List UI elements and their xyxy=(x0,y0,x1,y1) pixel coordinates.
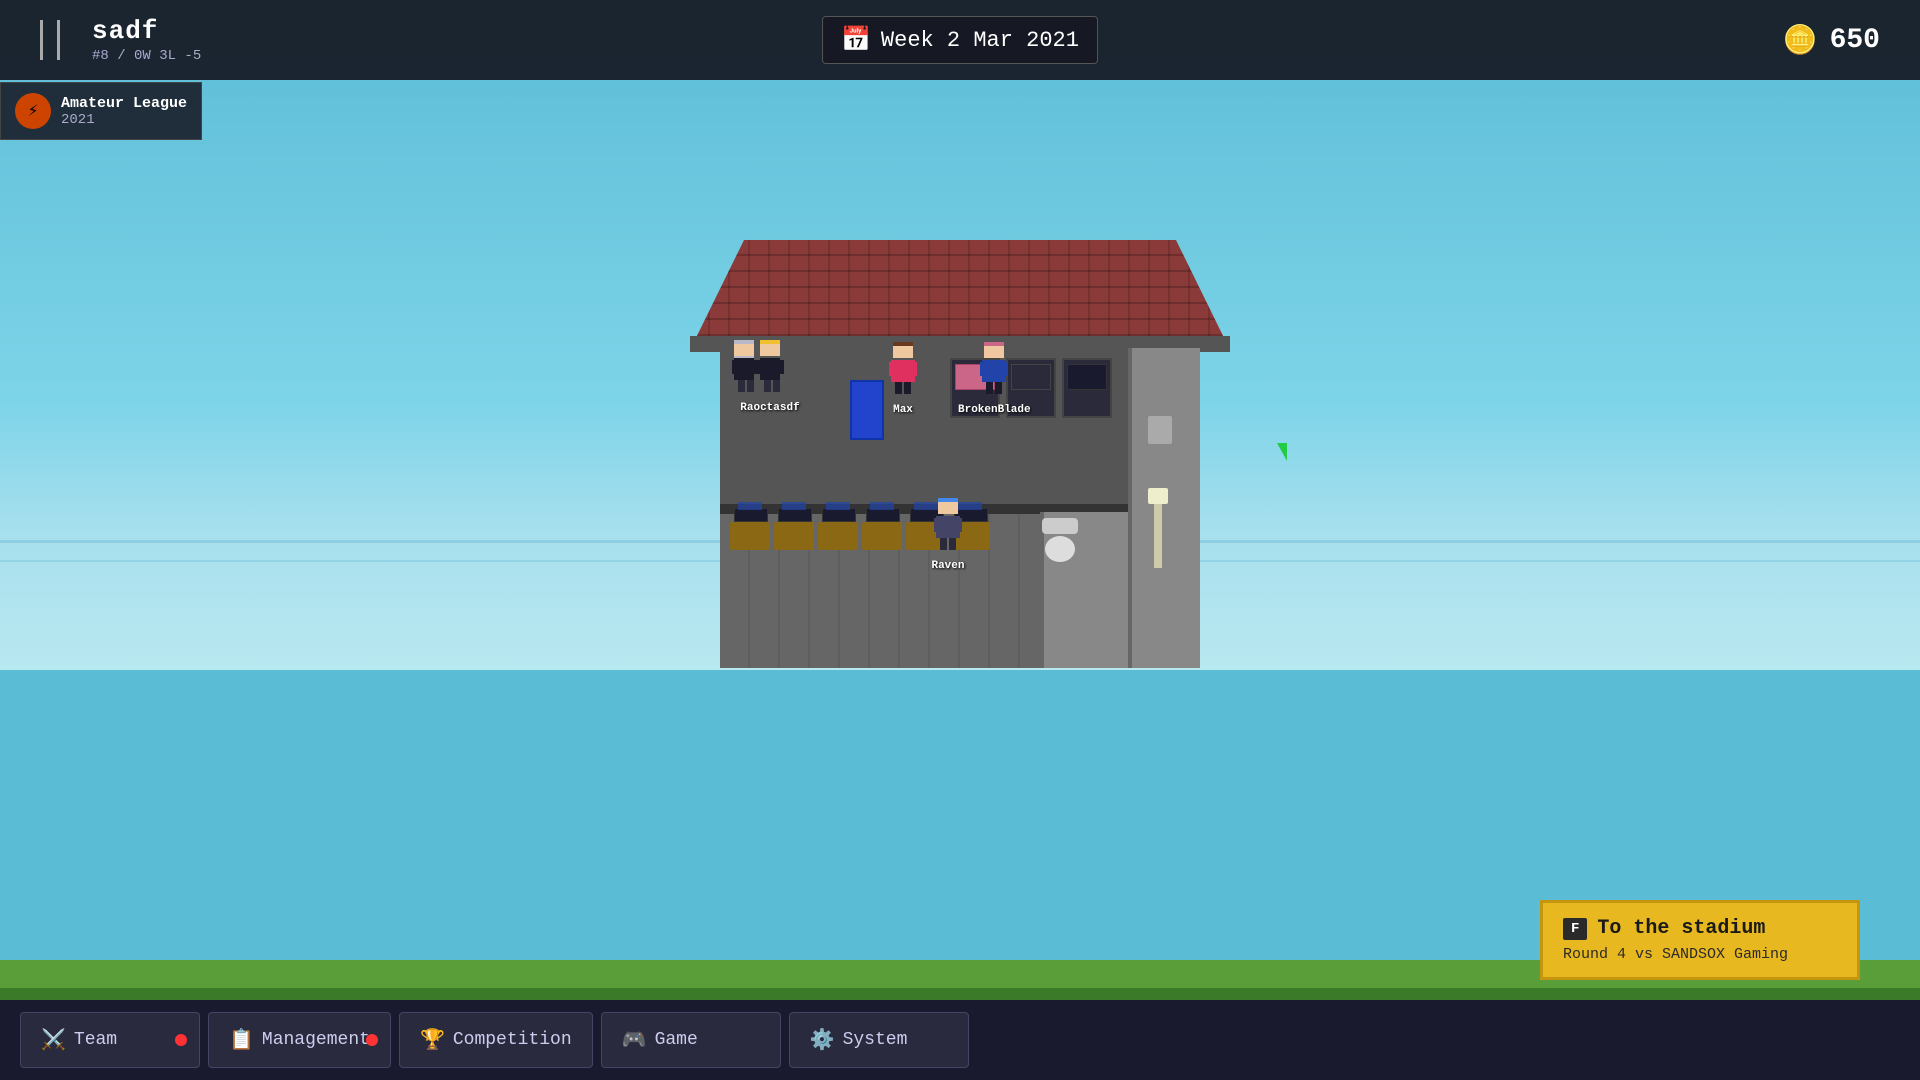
management-label: Management xyxy=(262,1030,370,1050)
stadium-notification[interactable]: F To the stadium Round 4 vs SANDSOX Gami… xyxy=(1540,900,1860,980)
system-icon: ⚙️ xyxy=(810,1027,835,1053)
character-brokenblade: BrokenBlade xyxy=(958,342,1031,416)
week-text: Week 2 Mar 2021 xyxy=(881,28,1079,53)
league-info: Amateur League 2021 xyxy=(61,95,187,128)
system-label: System xyxy=(843,1030,908,1050)
mop xyxy=(1154,488,1162,568)
team-notification-dot xyxy=(175,1034,187,1046)
toilet xyxy=(1042,518,1078,562)
desk-4 xyxy=(862,522,902,550)
logo-bars xyxy=(40,20,60,60)
management-icon: 📋 xyxy=(229,1027,254,1053)
character-raven: Raven xyxy=(930,498,966,572)
top-bar: sadf #8 / 0W 3L -5 ⚡ Amateur League 2021… xyxy=(0,0,1920,80)
team-logo xyxy=(20,10,80,70)
roof-tiles xyxy=(690,240,1230,350)
management-notification-dot xyxy=(366,1034,378,1046)
max-sprite xyxy=(885,342,921,402)
team-name: sadf xyxy=(92,16,201,46)
f-key-badge: F xyxy=(1563,918,1587,940)
team-button[interactable]: ⚔️ Team xyxy=(20,1012,200,1068)
stone-wall-right xyxy=(1128,348,1200,668)
character-raoc: Raoctasdf xyxy=(730,340,810,414)
competition-label: Competition xyxy=(453,1030,572,1050)
brokenblade-sprite xyxy=(976,342,1012,402)
stadium-header: F To the stadium xyxy=(1563,917,1837,940)
team-rank: #8 / 0W 3L -5 xyxy=(92,48,201,64)
competition-icon: 🏆 xyxy=(420,1027,445,1053)
team-building: Raoctasdf Max xyxy=(720,240,1200,660)
calendar-icon: 📅 xyxy=(841,25,871,55)
raoc-sprite xyxy=(730,340,810,400)
game-label: Game xyxy=(655,1030,698,1050)
league-name: Amateur League xyxy=(61,95,187,112)
raoc-label: Raoctasdf xyxy=(740,402,799,414)
competition-button[interactable]: 🏆 Competition xyxy=(399,1012,593,1068)
desk-3 xyxy=(818,522,858,550)
blue-door xyxy=(850,380,884,440)
max-label: Max xyxy=(893,404,913,416)
station-3 xyxy=(1062,358,1112,418)
mouse-cursor xyxy=(1277,443,1287,461)
coin-amount: 650 xyxy=(1830,25,1880,56)
system-button[interactable]: ⚙️ System xyxy=(789,1012,969,1068)
week-display: 📅 Week 2 Mar 2021 xyxy=(822,16,1098,64)
league-year: 2021 xyxy=(61,112,187,128)
character-max: Max xyxy=(885,342,921,416)
coin-display: 🪙 650 xyxy=(1783,23,1880,58)
coin-icon: 🪙 xyxy=(1783,23,1818,58)
raven-label: Raven xyxy=(931,560,964,572)
management-button[interactable]: 📋 Management xyxy=(208,1012,391,1068)
stadium-title: To the stadium xyxy=(1597,917,1765,940)
team-label: Team xyxy=(74,1030,117,1050)
ground-dark xyxy=(0,988,1920,1000)
brokenblade-label: BrokenBlade xyxy=(958,404,1031,416)
game-icon: 🎮 xyxy=(622,1027,647,1053)
team-name-block: sadf #8 / 0W 3L -5 xyxy=(92,16,201,64)
week-display-container: 📅 Week 2 Mar 2021 xyxy=(822,16,1098,64)
stadium-subtitle: Round 4 vs SANDSOX Gaming xyxy=(1563,946,1837,963)
desk-1 xyxy=(730,522,770,550)
desk-2 xyxy=(774,522,814,550)
game-button[interactable]: 🎮 Game xyxy=(601,1012,781,1068)
team-info: sadf #8 / 0W 3L -5 xyxy=(20,10,201,70)
bucket xyxy=(1148,416,1172,444)
team-icon: ⚔️ xyxy=(41,1027,66,1053)
league-badge-icon: ⚡ xyxy=(15,93,51,129)
bottom-nav-bar: ⚔️ Team 📋 Management 🏆 Competition 🎮 Gam… xyxy=(0,1000,1920,1080)
league-badge-container: ⚡ Amateur League 2021 xyxy=(0,82,202,140)
raven-sprite xyxy=(930,498,966,558)
